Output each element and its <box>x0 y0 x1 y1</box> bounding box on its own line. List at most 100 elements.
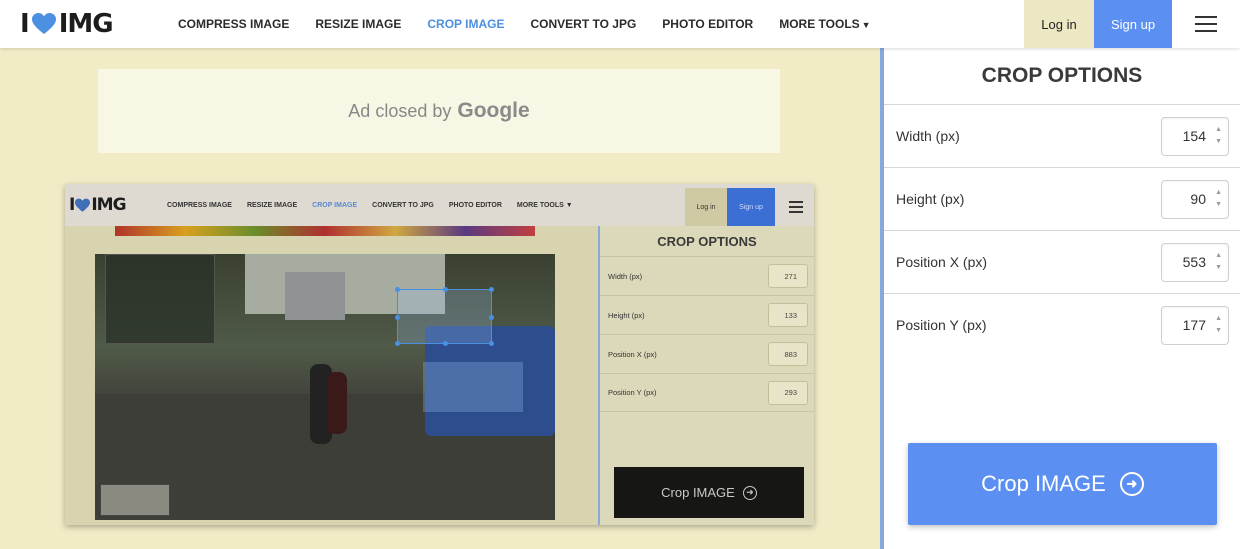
signup-button[interactable]: Sign up <box>1094 0 1172 48</box>
embed-field-label: Width (px) <box>608 271 643 281</box>
ad-brand-google: Google <box>457 99 530 122</box>
embed-nav-item: CONVERT TO JPG <box>372 201 434 209</box>
embed-nav-more: MORE TOOLS ▼ <box>517 202 573 209</box>
stepper-up-icon[interactable]: ▲ <box>1215 126 1222 134</box>
crop-selection-box[interactable] <box>395 287 494 346</box>
embed-logo: I IMG <box>69 195 149 215</box>
embed-field-value: 883 <box>768 342 808 366</box>
embed-signup: Sign up <box>727 188 775 226</box>
arrow-right-circle-icon: ➜ <box>1119 472 1144 496</box>
embed-field-label: Position X (px) <box>608 349 657 359</box>
embed-nav-more-label: MORE TOOLS <box>516 201 564 209</box>
width-input[interactable]: 154 ▲ ▼ <box>1161 116 1229 156</box>
stepper-down-icon[interactable]: ▼ <box>1215 138 1222 146</box>
login-button[interactable]: Log in <box>1024 0 1094 48</box>
embed-hamburger-line <box>789 201 803 203</box>
photo-person <box>327 372 347 434</box>
position-y-label: Position Y (px) <box>896 317 987 333</box>
embed-login: Log in <box>685 188 727 226</box>
hamburger-line <box>1195 30 1217 32</box>
embed-nav-item: CROP IMAGE <box>312 201 358 209</box>
nav-photo-editor[interactable]: PHOTO EDITOR <box>662 17 753 31</box>
photo-building <box>285 272 345 320</box>
stepper-arrows: ▲ ▼ <box>1215 189 1222 209</box>
embed-caret-down-icon: ▼ <box>565 201 573 209</box>
height-value: 90 <box>1190 191 1206 207</box>
stepper-up-icon[interactable]: ▲ <box>1215 189 1222 197</box>
stepper-down-icon[interactable]: ▼ <box>1215 201 1222 209</box>
stepper-arrows: ▲ ▼ <box>1215 126 1222 146</box>
embed-field-label: Position Y (px) <box>608 388 657 397</box>
logo-letter-i: I <box>20 9 30 39</box>
embed-ad-banner <box>115 226 535 236</box>
position-x-label: Position X (px) <box>896 254 988 270</box>
crop-handle[interactable] <box>395 315 400 320</box>
nav-more-tools-label: MORE TOOLS <box>779 17 860 31</box>
uploaded-image-preview[interactable]: I IMG COMPRESS IMAGE RESIZE IMAGE CROP I… <box>65 184 814 525</box>
header-actions: Log in Sign up <box>1024 0 1240 48</box>
logo[interactable]: I IMG <box>20 0 160 48</box>
nav-more-tools[interactable]: MORE TOOLS ▼ <box>779 17 870 31</box>
crop-handle[interactable] <box>443 341 448 346</box>
nav-resize-image[interactable]: RESIZE IMAGE <box>315 17 401 31</box>
crop-handle[interactable] <box>489 287 494 292</box>
embed-nav-item: COMPRESS IMAGE <box>167 201 232 209</box>
embed-field-label: Height (px) <box>608 310 645 320</box>
logo-text-img: IMG <box>58 9 114 39</box>
crop-handle[interactable] <box>443 287 448 292</box>
crop-handle[interactable] <box>395 341 400 346</box>
stepper-down-icon[interactable]: ▼ <box>1215 264 1222 272</box>
nav-convert-to-jpg[interactable]: CONVERT TO JPG <box>531 17 637 31</box>
embed-header: I IMG COMPRESS IMAGE RESIZE IMAGE CROP I… <box>65 184 814 226</box>
position-y-value: 177 <box>1182 317 1206 333</box>
crop-image-button-label: Crop IMAGE <box>981 471 1106 496</box>
ad-placeholder: Ad closed by Google <box>98 69 780 153</box>
height-input[interactable]: 90 ▲ ▼ <box>1161 179 1229 219</box>
hamburger-menu-icon[interactable] <box>1172 0 1240 48</box>
embed-field-row: Width (px) 271 <box>600 256 814 295</box>
van-highlight <box>423 362 523 412</box>
embed-field-row: Position Y (px) 293 <box>600 373 814 412</box>
heart-icon <box>31 13 56 34</box>
top-header: I IMG COMPRESS IMAGE RESIZE IMAGE CROP I… <box>0 0 1240 48</box>
embed-hamburger-line <box>789 206 803 208</box>
stepper-arrows: ▲ ▼ <box>1215 315 1222 335</box>
position-x-value: 553 <box>1182 254 1206 270</box>
embed-logo-img: IMG <box>91 195 126 215</box>
embed-hamburger-icon <box>789 201 803 213</box>
embed-field-row: Height (px) 133 <box>600 295 814 334</box>
embed-field-value: 293 <box>768 380 808 405</box>
width-field-row: Width (px) 154 ▲ ▼ <box>884 104 1240 167</box>
crop-handle[interactable] <box>489 341 494 346</box>
position-x-field-row: Position X (px) 553 ▲ ▼ <box>884 230 1240 293</box>
height-field-row: Height (px) 90 ▲ ▼ <box>884 167 1240 230</box>
crop-handle[interactable] <box>489 315 494 320</box>
crop-options-panel: CROP OPTIONS Width (px) 154 ▲ ▼ Height (… <box>880 48 1240 549</box>
embed-heart-icon <box>75 198 91 212</box>
embed-crop-button-label: Crop IMAGE <box>661 485 735 500</box>
embed-nav-item: PHOTO EDITOR <box>448 201 502 209</box>
crop-handle[interactable] <box>395 287 400 292</box>
stepper-down-icon[interactable]: ▼ <box>1215 327 1222 335</box>
embed-field-value: 133 <box>768 303 808 327</box>
embed-panel-title: CROP OPTIONS <box>657 233 757 249</box>
embed-hamburger-line <box>789 211 803 213</box>
photo-inset-panel <box>105 254 215 344</box>
embed-crop-button: Crop IMAGE ➜ <box>614 467 804 518</box>
embed-arrow-right-circle-icon: ➜ <box>742 485 757 500</box>
nav-compress-image[interactable]: COMPRESS IMAGE <box>178 17 289 31</box>
ad-closed-text: Ad closed by <box>348 100 452 121</box>
crop-image-button[interactable]: Crop IMAGE ➜ <box>908 443 1217 525</box>
crop-options-title: CROP OPTIONS <box>981 64 1143 87</box>
position-x-input[interactable]: 553 ▲ ▼ <box>1161 242 1229 282</box>
hamburger-line <box>1195 16 1217 18</box>
nav-crop-image[interactable]: CROP IMAGE <box>427 17 504 31</box>
position-y-input[interactable]: 177 ▲ ▼ <box>1161 305 1229 345</box>
stepper-up-icon[interactable]: ▲ <box>1215 252 1222 260</box>
main-nav: COMPRESS IMAGE RESIZE IMAGE CROP IMAGE C… <box>178 17 897 31</box>
embed-field-row: Position X (px) 883 <box>600 334 814 373</box>
stepper-up-icon[interactable]: ▲ <box>1215 315 1222 323</box>
position-y-field-row: Position Y (px) 177 ▲ ▼ <box>884 293 1240 356</box>
hamburger-line <box>1195 23 1217 25</box>
stepper-arrows: ▲ ▼ <box>1215 252 1222 272</box>
